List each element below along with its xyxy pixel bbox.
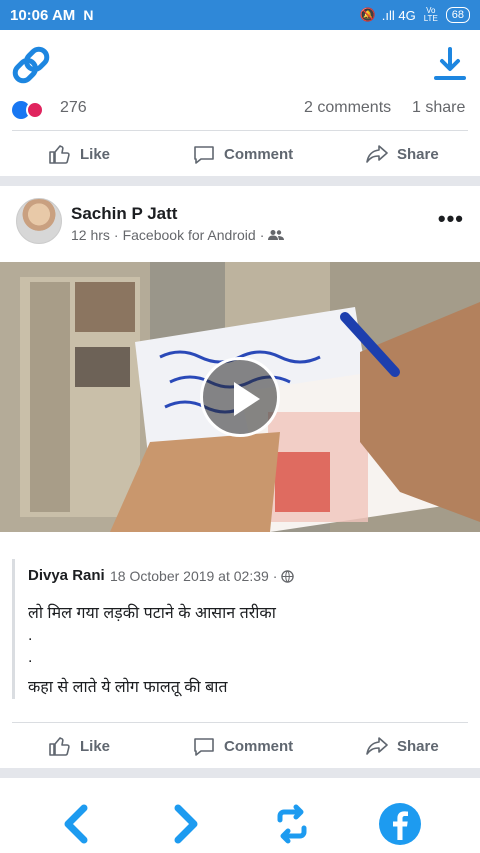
comment-meta-separator: · bbox=[272, 568, 278, 584]
volte-indicator: Vo LTE bbox=[423, 6, 438, 23]
avatar[interactable] bbox=[16, 198, 62, 244]
share-icon bbox=[366, 145, 388, 163]
meta-separator-2: · bbox=[259, 227, 265, 243]
share-button[interactable]: Share bbox=[365, 734, 439, 758]
refresh-icon[interactable] bbox=[270, 802, 314, 846]
share-label: Share bbox=[397, 145, 439, 163]
signal-indicator: .ıll 4G bbox=[381, 7, 416, 23]
post-header: Sachin P Jatt 12 hrs · Facebook for Andr… bbox=[0, 190, 480, 260]
feed-separator bbox=[0, 768, 480, 778]
share-button[interactable]: Share bbox=[365, 142, 439, 166]
comment-text-dot-2: . bbox=[28, 649, 33, 666]
play-button[interactable] bbox=[200, 357, 280, 437]
love-reaction-icon bbox=[26, 101, 44, 119]
reaction-icons[interactable] bbox=[12, 101, 44, 119]
bottom-navigation bbox=[0, 796, 480, 853]
comment-label: Comment bbox=[224, 145, 294, 163]
feed-separator bbox=[0, 176, 480, 186]
comments-count[interactable]: 2 comments bbox=[304, 99, 391, 117]
comment-icon bbox=[194, 146, 214, 164]
status-bar: 10:06 AM N 🔕 .ıll 4G Vo LTE 68 bbox=[0, 0, 480, 30]
download-icon[interactable] bbox=[432, 46, 468, 82]
comment-date: 18 October 2019 at 02:39 bbox=[110, 568, 269, 584]
thumbs-up-icon bbox=[49, 737, 70, 756]
comment-text-line-1: लो मिल गया लड़की पटाने के आसान तरीका bbox=[28, 605, 276, 622]
status-right: 🔕 .ıll 4G Vo LTE 68 bbox=[360, 7, 470, 23]
action-bar-top: Like Comment Share bbox=[12, 130, 468, 176]
comment-icon bbox=[194, 738, 214, 756]
reactions-row: 276 2 comments 1 share bbox=[0, 95, 480, 125]
shares-count[interactable]: 1 share bbox=[412, 99, 465, 117]
comment-button[interactable]: Comment bbox=[192, 142, 293, 166]
like-label: Like bbox=[80, 145, 111, 163]
back-arrow-icon[interactable] bbox=[54, 802, 98, 846]
link-icon[interactable] bbox=[10, 44, 52, 86]
reaction-count[interactable]: 276 bbox=[60, 99, 87, 117]
forward-arrow-icon[interactable] bbox=[164, 802, 208, 846]
like-label: Like bbox=[80, 737, 111, 755]
post-author[interactable]: Sachin P Jatt bbox=[71, 204, 177, 224]
comment-button[interactable]: Comment bbox=[192, 734, 293, 758]
comment-text-line-2: कहा से लाते ये लोग फालतू की बात bbox=[28, 679, 228, 696]
notification-icon: N bbox=[83, 7, 94, 23]
comment-text-dot-1: . bbox=[28, 627, 33, 644]
like-button[interactable]: Like bbox=[48, 734, 110, 758]
mute-icon: 🔕 bbox=[359, 7, 376, 22]
like-button[interactable]: Like bbox=[48, 142, 110, 166]
meta-separator: · bbox=[113, 227, 119, 243]
share-icon bbox=[366, 737, 388, 755]
post-meta: 12 hrs · Facebook for Android · bbox=[71, 227, 285, 243]
post-comment: Divya Rani 18 October 2019 at 02:39 · लो… bbox=[12, 559, 468, 699]
action-bar-bottom: Like Comment Share bbox=[12, 722, 468, 768]
facebook-icon[interactable] bbox=[378, 802, 422, 846]
share-label: Share bbox=[397, 737, 439, 755]
thumbs-up-icon bbox=[49, 145, 70, 164]
battery-indicator: 68 bbox=[445, 7, 470, 23]
post-time[interactable]: 12 hrs bbox=[71, 227, 110, 243]
friends-audience-icon bbox=[268, 230, 285, 240]
status-time: 10:06 AM bbox=[10, 6, 76, 24]
post-source: Facebook for Android bbox=[122, 227, 256, 243]
comment-author[interactable]: Divya Rani bbox=[28, 567, 105, 584]
more-options-button[interactable]: ••• bbox=[438, 206, 464, 232]
top-toolbar bbox=[0, 30, 480, 100]
comment-label: Comment bbox=[224, 737, 294, 755]
comment-meta: 18 October 2019 at 02:39 · bbox=[110, 568, 295, 584]
globe-icon bbox=[281, 569, 295, 583]
